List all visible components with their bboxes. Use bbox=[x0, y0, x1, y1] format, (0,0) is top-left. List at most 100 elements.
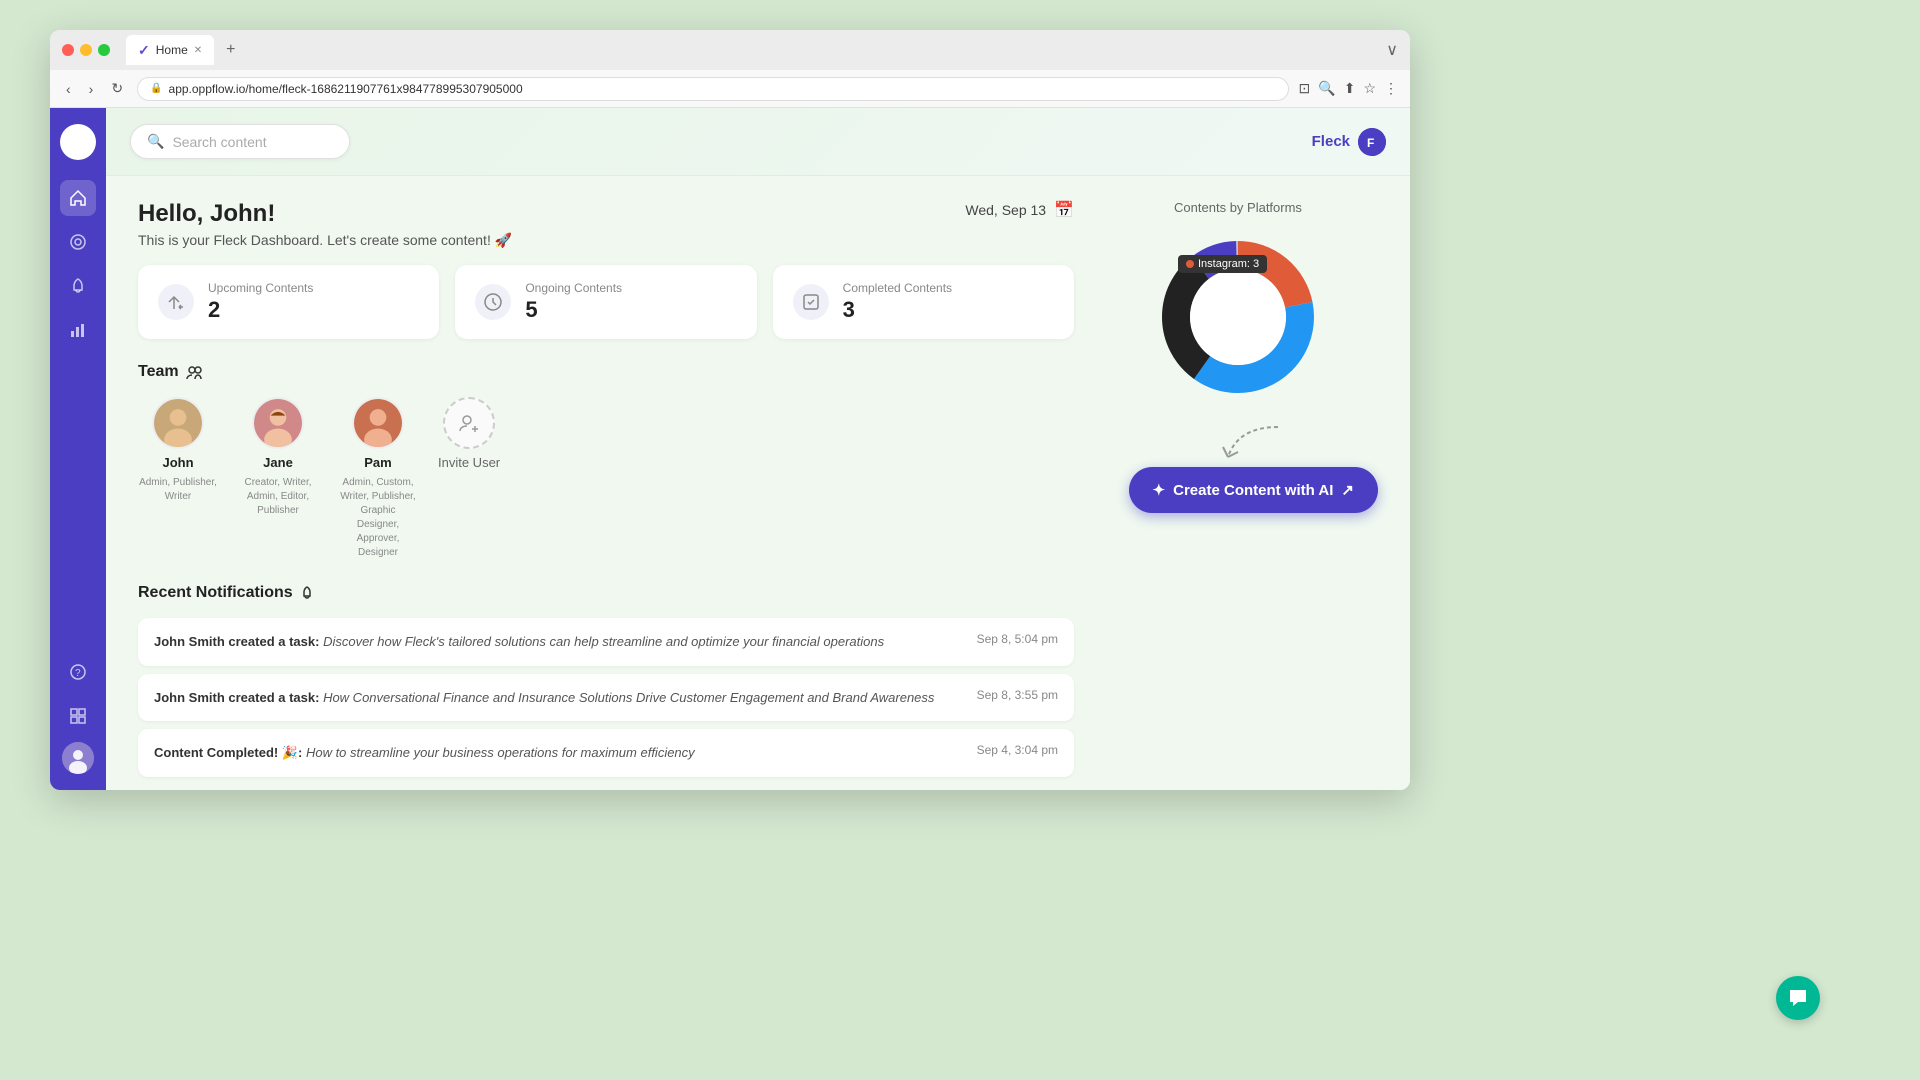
jane-name: Jane bbox=[263, 455, 293, 470]
workspace-avatar[interactable]: F bbox=[1358, 128, 1386, 156]
pam-avatar bbox=[352, 397, 404, 449]
bookmark-icon[interactable]: ☆ bbox=[1363, 80, 1376, 97]
team-member-john[interactable]: John Admin, Publisher, Writer bbox=[138, 397, 218, 504]
notification-2-text: John Smith created a task: How Conversat… bbox=[154, 688, 961, 708]
tab-title: Home bbox=[156, 43, 188, 57]
minimize-button[interactable] bbox=[80, 44, 92, 56]
notification-1-time: Sep 8, 5:04 pm bbox=[977, 632, 1058, 646]
date-label: Wed, Sep 13 bbox=[965, 202, 1046, 218]
url-text: app.oppflow.io/home/fleck-1686211907761x… bbox=[169, 82, 523, 96]
tab-close-icon[interactable]: ✕ bbox=[194, 45, 202, 56]
team-member-jane[interactable]: Jane Creator, Writer, Admin, Editor, Pub… bbox=[238, 397, 318, 518]
sidebar-item-grid[interactable] bbox=[60, 698, 96, 734]
notification-3: Content Completed! 🎉: How to streamline … bbox=[138, 729, 1074, 777]
completed-icon bbox=[793, 284, 829, 320]
sidebar-bottom: ? bbox=[60, 654, 96, 774]
ai-arrow-decoration bbox=[1218, 417, 1298, 482]
svg-text:F: F bbox=[1367, 136, 1374, 150]
stat-completed: Completed Contents 3 bbox=[773, 265, 1074, 339]
ongoing-value: 5 bbox=[525, 297, 622, 323]
stat-ongoing-info: Ongoing Contents 5 bbox=[525, 281, 622, 323]
user-avatar[interactable] bbox=[62, 742, 94, 774]
maximize-button[interactable] bbox=[98, 44, 110, 56]
search-icon: 🔍 bbox=[147, 133, 164, 150]
invite-icon bbox=[443, 397, 495, 449]
notification-3-text: Content Completed! 🎉: How to streamline … bbox=[154, 743, 961, 763]
date-row: Wed, Sep 13 📅 bbox=[965, 200, 1074, 220]
screenshot-icon[interactable]: ⊡ bbox=[1299, 80, 1311, 97]
header-right: Fleck F bbox=[1312, 128, 1386, 156]
chart-tooltip: Instagram: 3 bbox=[1178, 255, 1267, 273]
ai-button-label: Create Content with AI bbox=[1173, 482, 1333, 499]
notification-2: John Smith created a task: How Conversat… bbox=[138, 674, 1074, 722]
greeting-title: Hello, John! bbox=[138, 200, 512, 228]
sidebar: ? bbox=[50, 108, 106, 790]
new-tab-button[interactable]: + bbox=[218, 37, 243, 63]
search-bar[interactable]: 🔍 Search content bbox=[130, 124, 350, 159]
browser-toolbar: ⊡ 🔍 ⬆ ☆ ⋮ bbox=[1299, 80, 1398, 97]
dashboard-grid: Hello, John! This is your Fleck Dashboar… bbox=[138, 200, 1378, 785]
calendar-icon: 📅 bbox=[1054, 200, 1074, 220]
jane-roles: Creator, Writer, Admin, Editor, Publishe… bbox=[238, 476, 318, 518]
notification-3-author: Content Completed! 🎉: bbox=[154, 745, 306, 760]
svg-text:?: ? bbox=[75, 668, 81, 679]
refresh-button[interactable]: ↻ bbox=[107, 76, 127, 101]
notification-3-task: How to streamline your business operatio… bbox=[306, 745, 695, 760]
right-panel: Contents by Platforms bbox=[1098, 200, 1378, 785]
ai-button-area: ✦ Create Content with AI ↗ bbox=[1098, 467, 1378, 513]
jane-avatar bbox=[252, 397, 304, 449]
completed-label: Completed Contents bbox=[843, 281, 952, 295]
upcoming-icon bbox=[158, 284, 194, 320]
url-bar[interactable]: 🔒 app.oppflow.io/home/fleck-168621190776… bbox=[137, 77, 1288, 101]
workspace-name: Fleck bbox=[1312, 133, 1350, 150]
browser-window: ✓ Home ✕ + ∨ ‹ › ↻ 🔒 app.oppflow.io/home… bbox=[50, 30, 1410, 790]
search-page-icon[interactable]: 🔍 bbox=[1318, 80, 1335, 97]
tooltip-text: Instagram: 3 bbox=[1198, 258, 1259, 270]
sidebar-item-analytics[interactable] bbox=[60, 312, 96, 348]
notification-1: John Smith created a task: Discover how … bbox=[138, 618, 1074, 666]
notification-2-author: John Smith created a task: bbox=[154, 690, 323, 705]
notification-1-author: John Smith created a task: bbox=[154, 634, 323, 649]
upcoming-label: Upcoming Contents bbox=[208, 281, 313, 295]
back-button[interactable]: ‹ bbox=[62, 77, 75, 101]
forward-button[interactable]: › bbox=[85, 77, 98, 101]
completed-value: 3 bbox=[843, 297, 952, 323]
sidebar-logo[interactable] bbox=[60, 124, 96, 160]
sidebar-item-home[interactable] bbox=[60, 180, 96, 216]
sidebar-item-tasks[interactable] bbox=[60, 224, 96, 260]
invite-label: Invite User bbox=[438, 455, 500, 470]
ongoing-icon bbox=[475, 284, 511, 320]
tab-favicon: ✓ bbox=[138, 42, 150, 59]
traffic-lights bbox=[62, 44, 110, 56]
lock-icon: 🔒 bbox=[150, 83, 162, 94]
john-name: John bbox=[162, 455, 193, 470]
ai-button-arrow: ↗ bbox=[1341, 481, 1354, 499]
ongoing-label: Ongoing Contents bbox=[525, 281, 622, 295]
share-icon[interactable]: ⬆ bbox=[1344, 80, 1356, 97]
greeting-subtitle: This is your Fleck Dashboard. Let's crea… bbox=[138, 232, 512, 249]
team-title: Team bbox=[138, 363, 1074, 381]
sidebar-item-notifications[interactable] bbox=[60, 268, 96, 304]
stats-row: Upcoming Contents 2 bbox=[138, 265, 1074, 339]
more-icon[interactable]: ⋮ bbox=[1384, 80, 1398, 97]
team-members: John Admin, Publisher, Writer bbox=[138, 397, 1074, 560]
sidebar-item-help[interactable]: ? bbox=[60, 654, 96, 690]
tooltip-dot bbox=[1186, 260, 1194, 268]
invite-user-button[interactable]: Invite User bbox=[438, 397, 500, 470]
address-bar: ‹ › ↻ 🔒 app.oppflow.io/home/fleck-168621… bbox=[50, 70, 1410, 108]
pam-roles: Admin, Custom, Writer, Publisher, Graphi… bbox=[338, 476, 418, 560]
notification-1-task: Discover how Fleck's tailored solutions … bbox=[323, 634, 884, 649]
chat-button[interactable] bbox=[1776, 976, 1820, 1020]
team-section: Team bbox=[138, 363, 1074, 560]
pam-name: Pam bbox=[364, 455, 391, 470]
home-tab[interactable]: ✓ Home ✕ bbox=[126, 35, 214, 65]
left-column: Hello, John! This is your Fleck Dashboar… bbox=[138, 200, 1074, 785]
main-header: 🔍 Search content Fleck F bbox=[106, 108, 1410, 176]
close-button[interactable] bbox=[62, 44, 74, 56]
john-avatar bbox=[152, 397, 204, 449]
tab-bar: ✓ Home ✕ + bbox=[126, 35, 243, 65]
team-member-pam[interactable]: Pam Admin, Custom, Writer, Publisher, Gr… bbox=[338, 397, 418, 560]
notification-2-task: How Conversational Finance and Insurance… bbox=[323, 690, 934, 705]
notifications-title: Recent Notifications bbox=[138, 584, 1074, 602]
window-collapse-icon[interactable]: ∨ bbox=[1386, 40, 1398, 60]
